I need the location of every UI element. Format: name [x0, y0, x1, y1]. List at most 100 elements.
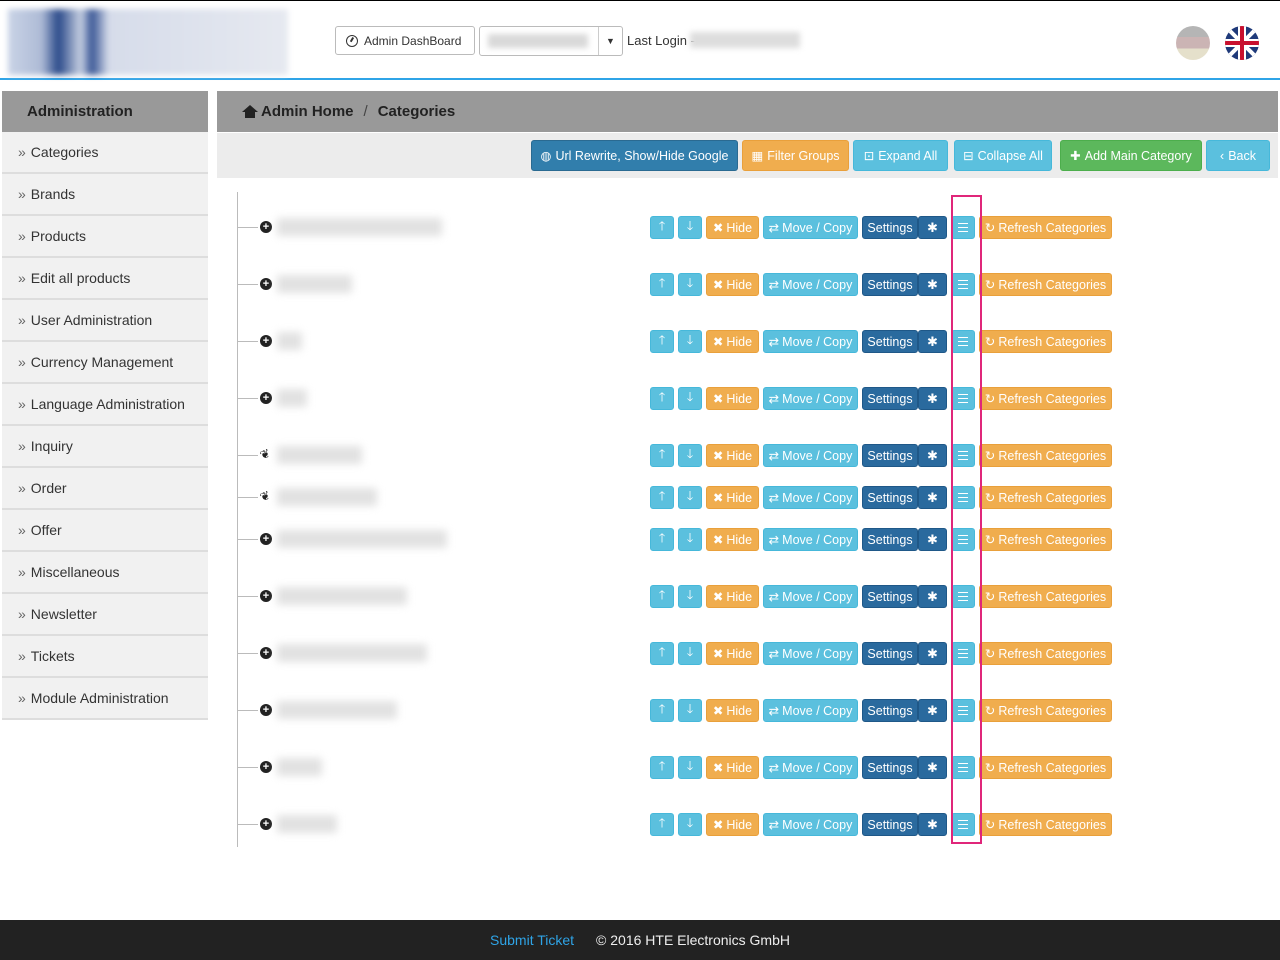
sidebar-item-categories[interactable]: » Categories — [2, 132, 208, 174]
list-button[interactable] — [951, 444, 975, 467]
refresh-categories-button[interactable]: ↻ Refresh Categories — [979, 486, 1112, 509]
move-copy-button[interactable]: ⇄ Move / Copy — [763, 756, 858, 779]
move-up-button[interactable]: 🡑 — [650, 330, 674, 353]
move-down-button[interactable]: 🡓 — [678, 585, 702, 608]
hide-button[interactable]: ✖ Hide — [706, 330, 759, 353]
user-select[interactable]: ▼ — [479, 26, 623, 56]
refresh-categories-button[interactable]: ↻ Refresh Categories — [979, 699, 1112, 722]
move-up-button[interactable]: 🡑 — [650, 642, 674, 665]
sidebar-item-language-administration[interactable]: » Language Administration — [2, 384, 208, 426]
hide-button[interactable]: ✖ Hide — [706, 486, 759, 509]
hide-button[interactable]: ✖ Hide — [706, 216, 759, 239]
category-name[interactable] — [277, 389, 307, 407]
category-name[interactable] — [277, 446, 362, 464]
move-up-button[interactable]: 🡑 — [650, 216, 674, 239]
settings-dropdown-button[interactable]: ✱ — [918, 642, 947, 665]
url-rewrite-button[interactable]: ◍ Url Rewrite, Show/Hide Google — [531, 140, 738, 171]
refresh-categories-button[interactable]: ↻ Refresh Categories — [979, 813, 1112, 836]
settings-button[interactable]: Settings — [862, 273, 918, 296]
category-name[interactable] — [277, 488, 377, 506]
settings-dropdown-button[interactable]: ✱ — [918, 216, 947, 239]
settings-button[interactable]: Settings — [862, 444, 918, 467]
hide-button[interactable]: ✖ Hide — [706, 756, 759, 779]
refresh-categories-button[interactable]: ↻ Refresh Categories — [979, 756, 1112, 779]
move-up-button[interactable]: 🡑 — [650, 756, 674, 779]
hide-button[interactable]: ✖ Hide — [706, 273, 759, 296]
sidebar-item-currency-management[interactable]: » Currency Management — [2, 342, 208, 384]
settings-dropdown-button[interactable]: ✱ — [918, 699, 947, 722]
refresh-categories-button[interactable]: ↻ Refresh Categories — [979, 273, 1112, 296]
list-button[interactable] — [951, 486, 975, 509]
hide-button[interactable]: ✖ Hide — [706, 642, 759, 665]
move-down-button[interactable]: 🡓 — [678, 813, 702, 836]
settings-dropdown-button[interactable]: ✱ — [918, 756, 947, 779]
category-name[interactable] — [277, 701, 397, 719]
plus-circle-icon[interactable]: + — [260, 278, 272, 290]
category-name[interactable] — [277, 275, 352, 293]
refresh-categories-button[interactable]: ↻ Refresh Categories — [979, 216, 1112, 239]
hide-button[interactable]: ✖ Hide — [706, 387, 759, 410]
list-button[interactable] — [951, 699, 975, 722]
settings-button[interactable]: Settings — [862, 813, 918, 836]
category-name[interactable] — [277, 218, 442, 236]
settings-button[interactable]: Settings — [862, 486, 918, 509]
category-name[interactable] — [277, 587, 407, 605]
move-down-button[interactable]: 🡓 — [678, 273, 702, 296]
settings-dropdown-button[interactable]: ✱ — [918, 585, 947, 608]
sidebar-item-tickets[interactable]: » Tickets — [2, 636, 208, 678]
sidebar-item-user-administration[interactable]: » User Administration — [2, 300, 208, 342]
category-name[interactable] — [277, 332, 302, 350]
move-down-button[interactable]: 🡓 — [678, 444, 702, 467]
list-button[interactable] — [951, 813, 975, 836]
settings-dropdown-button[interactable]: ✱ — [918, 486, 947, 509]
move-up-button[interactable]: 🡑 — [650, 585, 674, 608]
admin-dashboard-button[interactable]: Admin DashBoard — [335, 26, 475, 55]
move-up-button[interactable]: 🡑 — [650, 387, 674, 410]
move-down-button[interactable]: 🡓 — [678, 330, 702, 353]
list-button[interactable] — [951, 387, 975, 410]
list-button[interactable] — [951, 756, 975, 779]
sidebar-item-inquiry[interactable]: » Inquiry — [2, 426, 208, 468]
refresh-categories-button[interactable]: ↻ Refresh Categories — [979, 585, 1112, 608]
hide-button[interactable]: ✖ Hide — [706, 813, 759, 836]
refresh-categories-button[interactable]: ↻ Refresh Categories — [979, 528, 1112, 551]
add-main-category-button[interactable]: ✚ Add Main Category — [1060, 140, 1202, 171]
sidebar-item-offer[interactable]: » Offer — [2, 510, 208, 552]
move-up-button[interactable]: 🡑 — [650, 486, 674, 509]
sidebar-item-edit-all-products[interactable]: » Edit all products — [2, 258, 208, 300]
settings-dropdown-button[interactable]: ✱ — [918, 528, 947, 551]
move-down-button[interactable]: 🡓 — [678, 642, 702, 665]
settings-dropdown-button[interactable]: ✱ — [918, 444, 947, 467]
sidebar-item-newsletter[interactable]: » Newsletter — [2, 594, 208, 636]
company-logo[interactable] — [8, 9, 288, 75]
settings-button[interactable]: Settings — [862, 216, 918, 239]
move-copy-button[interactable]: ⇄ Move / Copy — [763, 216, 858, 239]
settings-dropdown-button[interactable]: ✱ — [918, 273, 947, 296]
filter-groups-button[interactable]: ▦ Filter Groups — [742, 140, 849, 171]
plus-circle-icon[interactable]: + — [260, 590, 272, 602]
plus-circle-icon[interactable]: + — [260, 704, 272, 716]
move-copy-button[interactable]: ⇄ Move / Copy — [763, 528, 858, 551]
hide-button[interactable]: ✖ Hide — [706, 444, 759, 467]
english-flag-icon[interactable] — [1225, 26, 1259, 60]
move-up-button[interactable]: 🡑 — [650, 528, 674, 551]
hide-button[interactable]: ✖ Hide — [706, 585, 759, 608]
move-up-button[interactable]: 🡑 — [650, 813, 674, 836]
breadcrumb-home-link[interactable]: Admin Home — [261, 103, 354, 120]
german-flag-icon[interactable] — [1176, 26, 1210, 60]
settings-button[interactable]: Settings — [862, 642, 918, 665]
list-button[interactable] — [951, 642, 975, 665]
move-down-button[interactable]: 🡓 — [678, 528, 702, 551]
sidebar-item-miscellaneous[interactable]: » Miscellaneous — [2, 552, 208, 594]
sidebar-item-brands[interactable]: » Brands — [2, 174, 208, 216]
category-name[interactable] — [277, 815, 337, 833]
submit-ticket-link[interactable]: Submit Ticket — [490, 932, 574, 948]
list-button[interactable] — [951, 216, 975, 239]
expand-all-button[interactable]: ⊡ Expand All — [853, 140, 948, 171]
refresh-categories-button[interactable]: ↻ Refresh Categories — [979, 444, 1112, 467]
sidebar-item-module-administration[interactable]: » Module Administration — [2, 678, 208, 720]
list-button[interactable] — [951, 585, 975, 608]
refresh-categories-button[interactable]: ↻ Refresh Categories — [979, 330, 1112, 353]
category-name[interactable] — [277, 644, 427, 662]
plus-circle-icon[interactable]: + — [260, 818, 272, 830]
